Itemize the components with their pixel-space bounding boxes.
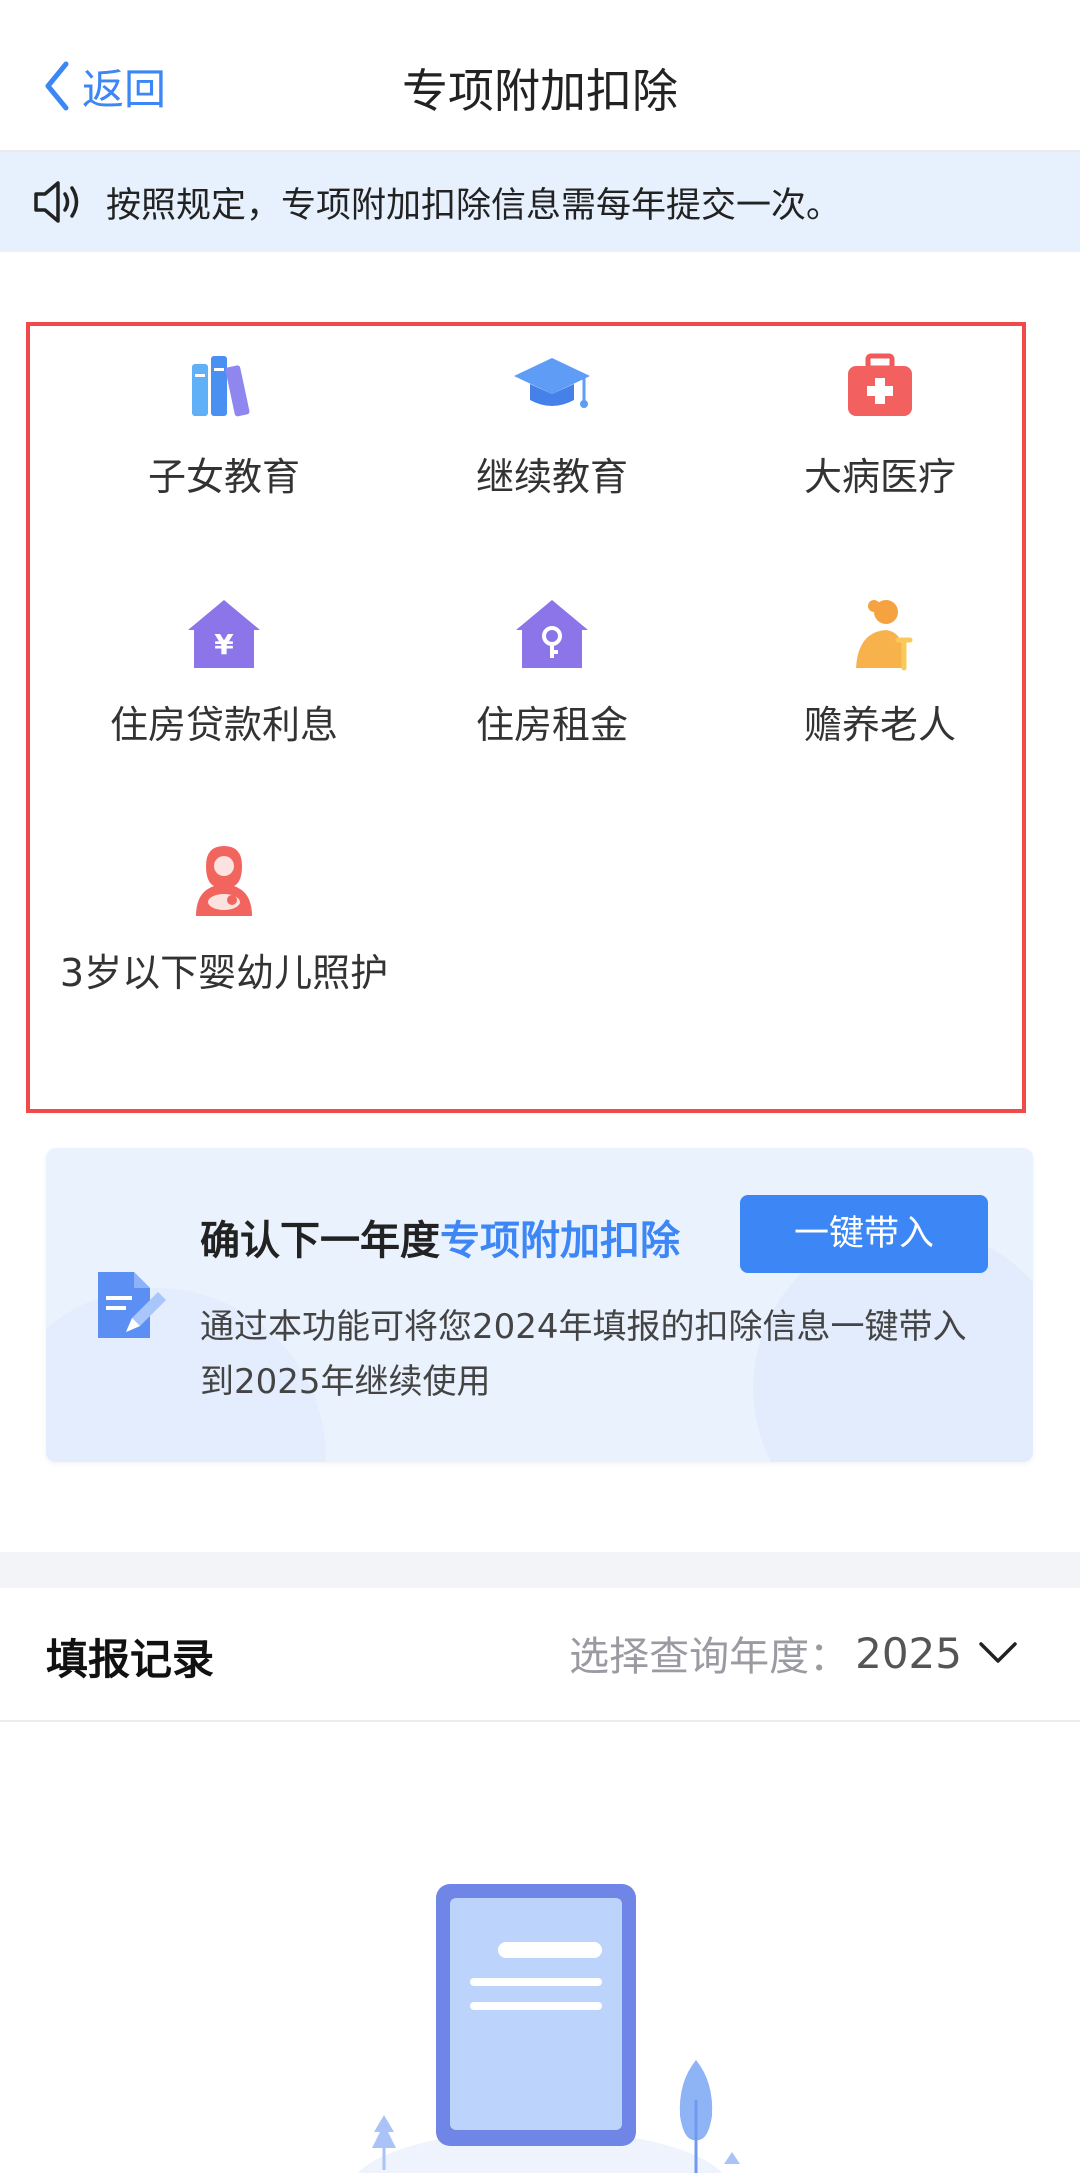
category-label: 住房贷款利息 xyxy=(109,703,338,747)
year-selector-label: 选择查询年度： xyxy=(569,1634,850,1680)
category-label: 赡养老人 xyxy=(803,703,956,747)
category-label: 子女教育 xyxy=(147,455,300,499)
category-serious-illness[interactable]: 大病医疗 xyxy=(715,346,1045,508)
category-label: 大病医疗 xyxy=(803,455,956,499)
books-icon xyxy=(192,356,250,417)
card-title-prefix: 确认下一年度 xyxy=(200,1218,440,1264)
nav-bar: 返回 专项附加扣除 xyxy=(0,0,1080,152)
page-title: 专项附加扣除 xyxy=(402,64,678,118)
house-key-icon xyxy=(516,600,588,668)
category-label: 住房租金 xyxy=(475,703,628,747)
category-elderly-support[interactable]: 赡养老人 xyxy=(715,594,1045,756)
edit-document-icon xyxy=(98,1272,166,1338)
category-infant-care[interactable]: 3岁以下婴幼儿照护 xyxy=(39,842,409,1004)
elderly-person-icon xyxy=(856,600,913,671)
category-children-education[interactable]: 子女教育 xyxy=(59,346,389,508)
category-label: 继续教育 xyxy=(475,455,628,499)
mother-baby-icon xyxy=(196,846,252,916)
card-description: 通过本功能可将您2024年填报的扣除信息一键带入到2025年继续使用 xyxy=(200,1307,967,1402)
category-continuing-education[interactable]: 继续教育 xyxy=(387,346,717,508)
category-housing-rent[interactable]: 住房租金 xyxy=(387,594,717,756)
card-title: 确认下一年度专项附加扣除 xyxy=(200,1208,680,1266)
house-yuan-icon: ¥ xyxy=(188,600,260,668)
graduation-cap-icon xyxy=(514,358,590,408)
deduction-category-grid: 子女教育 继续教育 大病医疗 ¥ 住房贷款利息 住房租金 赡养老人 3岁以下婴幼… xyxy=(26,322,1026,1113)
one-click-import-button[interactable]: 一键带入 xyxy=(740,1195,988,1273)
card-title-highlight: 专项附加扣除 xyxy=(440,1218,680,1264)
notice-banner: 按照规定，专项附加扣除信息需每年提交一次。 xyxy=(0,152,1080,252)
speaker-icon xyxy=(34,181,79,223)
year-selector-value: 2025 xyxy=(855,1628,962,1678)
carry-forward-card: 确认下一年度专项附加扣除 一键带入 通过本功能可将您2024年填报的扣除信息一键… xyxy=(46,1148,1033,1462)
records-header: 填报记录 选择查询年度： 2025 xyxy=(0,1588,1080,1722)
records-title: 填报记录 xyxy=(46,1635,215,1684)
category-housing-loan-interest[interactable]: ¥ 住房贷款利息 xyxy=(59,594,389,756)
chevron-down-icon xyxy=(979,1642,1017,1663)
medical-kit-icon xyxy=(848,353,912,416)
section-divider xyxy=(0,1552,1080,1588)
year-selector[interactable]: 选择查询年度： 2025 xyxy=(569,1624,1018,1682)
category-label: 3岁以下婴幼儿照护 xyxy=(59,951,389,995)
notice-text: 按照规定，专项附加扣除信息需每年提交一次。 xyxy=(106,185,842,226)
empty-state-illustration xyxy=(357,1884,740,2173)
svg-text:¥: ¥ xyxy=(214,628,234,661)
